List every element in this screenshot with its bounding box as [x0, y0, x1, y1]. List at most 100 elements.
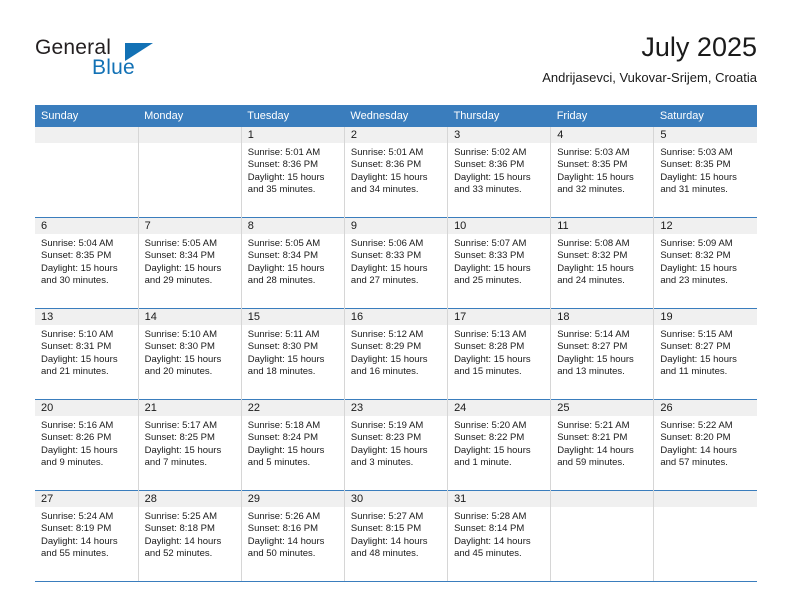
daylight-text-line2: and 1 minute.: [454, 457, 512, 469]
day-number: 17: [448, 309, 551, 325]
sunrise-text: Sunrise: 5:02 AM: [454, 147, 527, 158]
calendar-week-row: 13 Sunrise: 5:10 AM Sunset: 8:31 PM Dayligh…: [35, 308, 757, 400]
calendar-day-cell[interactable]: 3 Sunrise: 5:02 AM Sunset: 8:36 PM Daylight…: [447, 127, 552, 218]
calendar-day-cell[interactable]: 1 Sunrise: 5:01 AM Sunset: 8:36 PM Daylight…: [241, 127, 345, 218]
calendar-day-cell[interactable]: 27 Sunrise: 5:24 AM Sunset: 8:19 PM Dayligh…: [35, 490, 139, 581]
sunrise-text: Sunrise: 5:06 AM: [350, 238, 424, 249]
calendar-day-cell[interactable]: 20 Sunrise: 5:16 AM Sunset: 8:26 PM Dayligh…: [35, 399, 139, 491]
sunrise-text: Sunrise: 5:01 AM: [247, 147, 321, 158]
daylight-text-line1: Daylight: 15 hours: [454, 262, 531, 274]
day-details: Sunrise: 5:20 AM Sunset: 8:22 PM Daylight:…: [448, 416, 550, 470]
day-number: [551, 491, 654, 507]
calendar-day-cell[interactable]: 12 Sunrise: 5:09 AM Sunset: 8:32 PM Dayligh…: [653, 217, 757, 309]
calendar-day-cell[interactable]: 31 Sunrise: 5:28 AM Sunset: 8:14 PM Dayligh…: [447, 490, 552, 581]
sunset-text: Sunset: 8:27 PM: [660, 341, 731, 353]
sunset-text: Sunset: 8:16 PM: [247, 523, 319, 535]
weekday-header-friday: Friday: [550, 105, 654, 127]
sunrise-text: Sunrise: 5:20 AM: [454, 420, 527, 431]
daylight-text-line1: Daylight: 15 hours: [247, 171, 325, 183]
sunset-text: Sunset: 8:32 PM: [557, 250, 628, 262]
day-details: Sunrise: 5:12 AM Sunset: 8:29 PM Daylight:…: [345, 325, 447, 379]
calendar-day-cell[interactable]: 13 Sunrise: 5:10 AM Sunset: 8:31 PM Dayligh…: [35, 308, 139, 400]
day-number: 21: [138, 400, 241, 416]
daylight-text-line2: and 15 minutes.: [454, 366, 522, 378]
calendar-day-cell[interactable]: 19 Sunrise: 5:15 AM Sunset: 8:27 PM Dayligh…: [653, 308, 757, 400]
sunset-text: Sunset: 8:26 PM: [41, 432, 112, 444]
day-number: 30: [344, 491, 448, 507]
daylight-text-line2: and 50 minutes.: [247, 548, 316, 560]
daylight-text-line1: Daylight: 14 hours: [557, 444, 634, 456]
calendar-day-cell[interactable]: 11 Sunrise: 5:08 AM Sunset: 8:32 PM Dayligh…: [550, 217, 655, 309]
calendar-day-cell[interactable]: 24 Sunrise: 5:20 AM Sunset: 8:22 PM Dayligh…: [447, 399, 552, 491]
daylight-text-line2: and 24 minutes.: [557, 275, 625, 287]
calendar-day-cell[interactable]: 9 Sunrise: 5:06 AM Sunset: 8:33 PM Daylight…: [344, 217, 449, 309]
weekday-header-thursday: Thursday: [447, 105, 551, 127]
calendar-day-cell[interactable]: 8 Sunrise: 5:05 AM Sunset: 8:34 PM Daylight…: [241, 217, 345, 309]
calendar-day-cell[interactable]: 17 Sunrise: 5:13 AM Sunset: 8:28 PM Dayligh…: [447, 308, 552, 400]
day-number: 4: [551, 127, 654, 143]
calendar-header-row: Sunday Monday Tuesday Wednesday Thursday Frid…: [35, 105, 757, 127]
daylight-text-line1: Daylight: 15 hours: [247, 444, 325, 456]
day-details: Sunrise: 5:15 AM Sunset: 8:27 PM Daylight:…: [654, 325, 757, 379]
calendar-day-cell[interactable]: 2 Sunrise: 5:01 AM Sunset: 8:36 PM Daylight…: [344, 127, 449, 218]
daylight-text-line2: and 35 minutes.: [247, 184, 316, 196]
day-number: 8: [241, 218, 344, 234]
daylight-text-line2: and 55 minutes.: [41, 548, 109, 560]
calendar-day-cell[interactable]: 28 Sunrise: 5:25 AM Sunset: 8:18 PM Dayligh…: [138, 490, 242, 581]
sunset-text: Sunset: 8:20 PM: [660, 432, 731, 444]
calendar-day-cell[interactable]: 18 Sunrise: 5:14 AM Sunset: 8:27 PM Dayligh…: [550, 308, 655, 400]
sunrise-text: Sunrise: 5:19 AM: [350, 420, 424, 431]
calendar-day-cell[interactable]: 6 Sunrise: 5:04 AM Sunset: 8:35 PM Daylight…: [35, 217, 139, 309]
day-details: Sunrise: 5:09 AM Sunset: 8:32 PM Daylight:…: [654, 234, 757, 288]
calendar-day-cell[interactable]: 10 Sunrise: 5:07 AM Sunset: 8:33 PM Dayligh…: [447, 217, 552, 309]
calendar-day-cell[interactable]: 7 Sunrise: 5:05 AM Sunset: 8:34 PM Daylight…: [138, 217, 242, 309]
calendar-day-cell[interactable]: 14 Sunrise: 5:10 AM Sunset: 8:30 PM Dayligh…: [138, 308, 242, 400]
sunset-text: Sunset: 8:14 PM: [454, 523, 525, 535]
daylight-text-line2: and 34 minutes.: [350, 184, 419, 196]
daylight-text-line1: Daylight: 15 hours: [660, 262, 737, 274]
sunrise-text: Sunrise: 5:12 AM: [350, 329, 424, 340]
daylight-text-line1: Daylight: 15 hours: [350, 262, 428, 274]
daylight-text-line1: Daylight: 15 hours: [247, 262, 325, 274]
calendar-day-cell[interactable]: 25 Sunrise: 5:21 AM Sunset: 8:21 PM Dayligh…: [550, 399, 655, 491]
sunset-text: Sunset: 8:30 PM: [247, 341, 319, 353]
calendar-day-cell[interactable]: 16 Sunrise: 5:12 AM Sunset: 8:29 PM Dayligh…: [344, 308, 449, 400]
day-details: Sunrise: 5:14 AM Sunset: 8:27 PM Daylight:…: [551, 325, 653, 379]
day-details: Sunrise: 5:03 AM Sunset: 8:35 PM Daylight:…: [551, 143, 653, 197]
sunset-text: Sunset: 8:36 PM: [350, 159, 422, 171]
day-details: Sunrise: 5:16 AM Sunset: 8:26 PM Daylight:…: [35, 416, 138, 470]
calendar-day-cell[interactable]: 5 Sunrise: 5:03 AM Sunset: 8:35 PM Daylight…: [653, 127, 757, 218]
sunrise-text: Sunrise: 5:25 AM: [144, 511, 217, 522]
sunset-text: Sunset: 8:31 PM: [41, 341, 112, 353]
day-details: Sunrise: 5:28 AM Sunset: 8:14 PM Daylight:…: [448, 507, 550, 561]
calendar-day-cell[interactable]: 30 Sunrise: 5:27 AM Sunset: 8:15 PM Dayligh…: [344, 490, 449, 581]
calendar-day-cell[interactable]: 29 Sunrise: 5:26 AM Sunset: 8:16 PM Dayligh…: [241, 490, 345, 581]
sunset-text: Sunset: 8:33 PM: [350, 250, 422, 262]
daylight-text-line1: Daylight: 15 hours: [41, 353, 118, 365]
day-details: Sunrise: 5:22 AM Sunset: 8:20 PM Daylight:…: [654, 416, 757, 470]
day-details: Sunrise: 5:10 AM Sunset: 8:30 PM Daylight:…: [139, 325, 241, 379]
sunset-text: Sunset: 8:29 PM: [350, 341, 422, 353]
calendar-day-cell[interactable]: 26 Sunrise: 5:22 AM Sunset: 8:20 PM Dayligh…: [653, 399, 757, 491]
day-details: Sunrise: 5:13 AM Sunset: 8:28 PM Daylight:…: [448, 325, 550, 379]
day-number: 26: [654, 400, 757, 416]
calendar-day-cell[interactable]: 23 Sunrise: 5:19 AM Sunset: 8:23 PM Dayligh…: [344, 399, 449, 491]
day-details: Sunrise: 5:05 AM Sunset: 8:34 PM Daylight:…: [139, 234, 241, 288]
calendar-day-cell[interactable]: 15 Sunrise: 5:11 AM Sunset: 8:30 PM Dayligh…: [241, 308, 345, 400]
calendar-day-cell[interactable]: 4 Sunrise: 5:03 AM Sunset: 8:35 PM Daylight…: [550, 127, 655, 218]
daylight-text-line1: Daylight: 15 hours: [350, 444, 428, 456]
calendar-day-cell[interactable]: 22 Sunrise: 5:18 AM Sunset: 8:24 PM Dayligh…: [241, 399, 345, 491]
day-number: 3: [448, 127, 551, 143]
sunset-text: Sunset: 8:34 PM: [247, 250, 319, 262]
generalblue-logo[interactable]: General Blue: [35, 36, 215, 86]
daylight-text-line2: and 13 minutes.: [557, 366, 625, 378]
day-number: 13: [35, 309, 138, 325]
daylight-text-line2: and 11 minutes.: [660, 366, 728, 378]
daylight-text-line2: and 9 minutes.: [41, 457, 104, 469]
day-number: 6: [35, 218, 138, 234]
daylight-text-line2: and 28 minutes.: [247, 275, 316, 287]
day-details: Sunrise: 5:05 AM Sunset: 8:34 PM Daylight:…: [242, 234, 344, 288]
daylight-text-line2: and 29 minutes.: [144, 275, 213, 287]
calendar-day-cell[interactable]: 21 Sunrise: 5:17 AM Sunset: 8:25 PM Dayligh…: [138, 399, 242, 491]
day-details: Sunrise: 5:08 AM Sunset: 8:32 PM Daylight:…: [551, 234, 653, 288]
